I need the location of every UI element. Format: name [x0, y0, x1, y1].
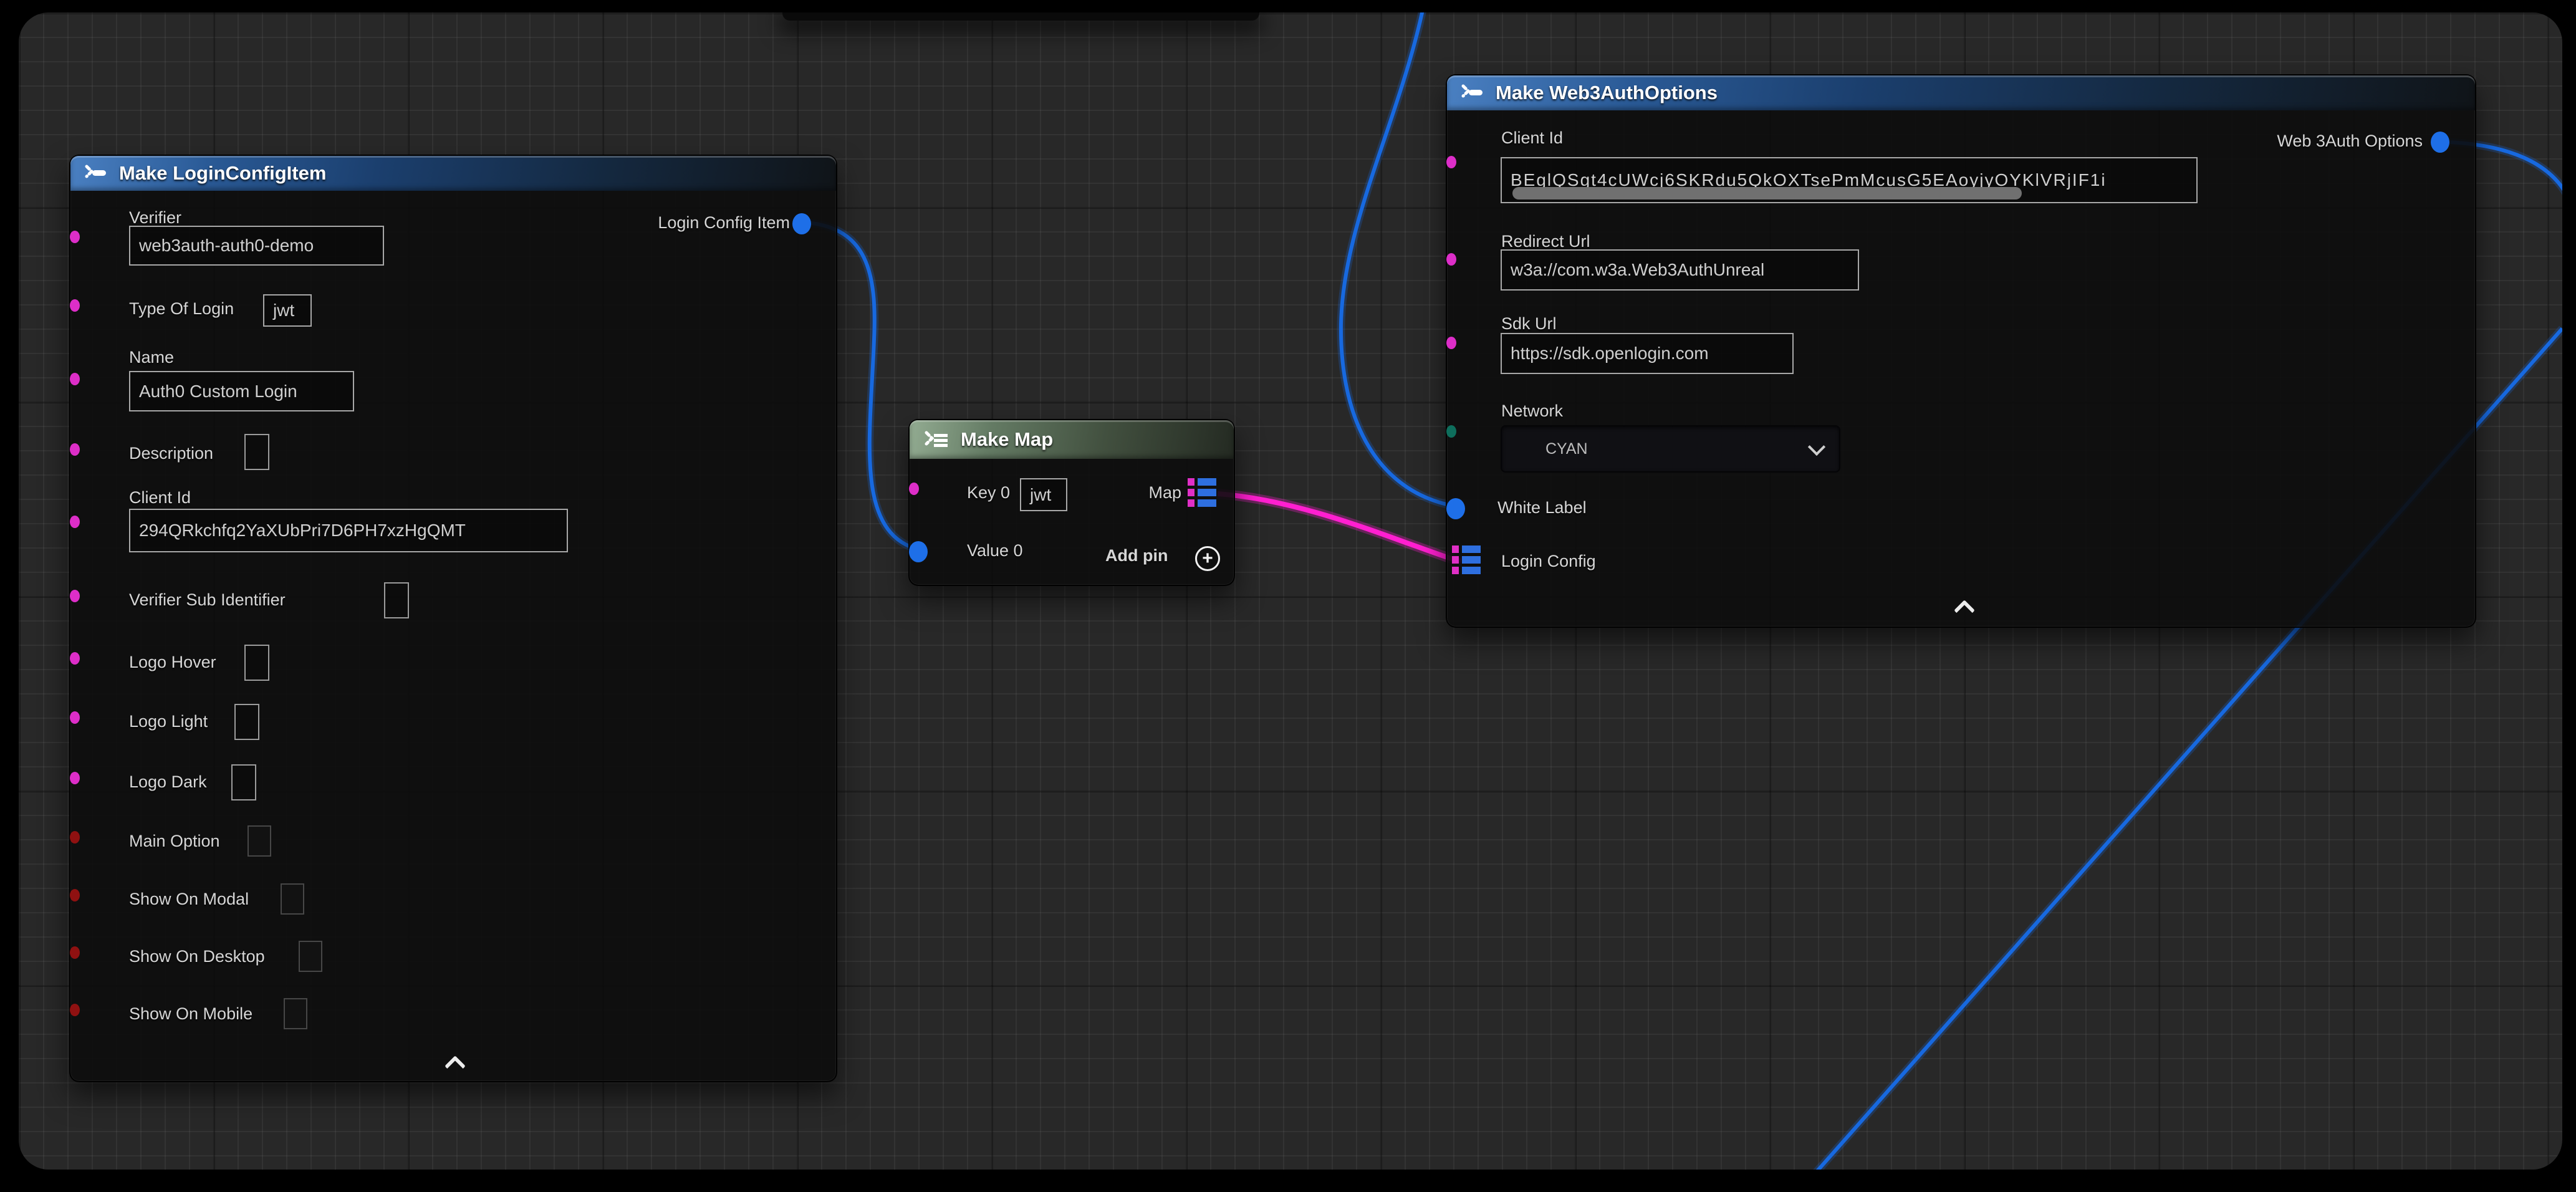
description-input[interactable] — [244, 434, 269, 470]
sdk-url-input[interactable]: https://sdk.openlogin.com — [1501, 333, 1794, 374]
network-selected-value: CYAN — [1502, 440, 1588, 458]
pin-login-config[interactable] — [1452, 546, 1481, 574]
pin-white-label[interactable] — [1446, 498, 1465, 519]
logo-light-input[interactable] — [234, 704, 259, 740]
blueprint-graph[interactable]: Make LoginConfigItem Verifier web3auth-a… — [19, 12, 2562, 1170]
type-of-login-input[interactable]: jwt — [263, 294, 312, 327]
pin-show-on-mobile[interactable] — [70, 1004, 80, 1016]
pin-label-logo-hover: Logo Hover — [129, 653, 216, 672]
pin-verifier[interactable] — [70, 231, 80, 243]
verifier-input[interactable]: web3auth-auth0-demo — [129, 226, 384, 266]
node-make-map[interactable]: Make Map Key 0 jwt Map Value 0 Add pin + — [908, 419, 1235, 586]
show-on-mobile-checkbox[interactable] — [284, 998, 307, 1029]
pin-client-id[interactable] — [1446, 156, 1456, 168]
collapse-chevron-icon[interactable] — [445, 1055, 466, 1077]
pin-label-redirect-url: Redirect Url — [1501, 232, 1590, 251]
node-titlebar-make-web3authoptions[interactable]: Make Web3AuthOptions — [1447, 75, 2475, 110]
name-value: Auth0 Custom Login — [139, 382, 297, 401]
client-id-value: 294QRkchfq2YaXUbPri7D6PH7xzHgQMT — [139, 521, 466, 541]
pin-main-option[interactable] — [70, 831, 80, 844]
show-on-desktop-checkbox[interactable] — [299, 941, 322, 972]
key-0-input[interactable]: jwt — [1020, 478, 1067, 511]
pin-name[interactable] — [70, 373, 80, 385]
pin-label-key-0: Key 0 — [967, 483, 1010, 502]
pin-login-config-item-output[interactable] — [792, 213, 811, 234]
pin-client-id[interactable] — [70, 516, 80, 528]
pin-label-show-on-desktop: Show On Desktop — [129, 947, 265, 966]
output-label-map: Map — [1148, 483, 1181, 502]
client-id-input[interactable]: 294QRkchfq2YaXUbPri7D6PH7xzHgQMT — [129, 509, 568, 552]
verifier-value: web3auth-auth0-demo — [139, 236, 314, 256]
pin-label-logo-light: Logo Light — [129, 712, 208, 731]
node-title: Make Web3AuthOptions — [1496, 82, 1718, 104]
verifier-sub-identifier-input[interactable] — [384, 582, 409, 618]
redirect-url-value: w3a://com.w3a.Web3AuthUnreal — [1511, 260, 1764, 280]
pin-label-verifier: Verifier — [129, 208, 181, 228]
network-dropdown[interactable]: CYAN — [1501, 425, 1840, 473]
add-pin-icon[interactable]: + — [1195, 546, 1220, 571]
logo-hover-input[interactable] — [244, 645, 269, 681]
node-make-loginconfigitem[interactable]: Make LoginConfigItem Verifier web3auth-a… — [69, 155, 837, 1082]
pin-label-client-id: Client Id — [1501, 128, 1563, 148]
pin-label-description: Description — [129, 444, 213, 463]
pin-label-network: Network — [1501, 401, 1563, 421]
node-titlebar-make-map[interactable]: Make Map — [910, 420, 1234, 459]
pin-label-show-on-mobile: Show On Mobile — [129, 1004, 252, 1024]
output-label-web3auth-options: Web 3Auth Options — [2277, 132, 2423, 151]
pin-label-sdk-url: Sdk Url — [1501, 314, 1557, 334]
key-0-value: jwt — [1030, 485, 1051, 505]
node-titlebar-make-loginconfigitem[interactable]: Make LoginConfigItem — [70, 156, 836, 191]
node-make-web3authoptions[interactable]: Make Web3AuthOptions Client Id BEglQSgt4… — [1446, 74, 2476, 628]
chevron-down-icon — [1808, 438, 1825, 456]
pin-label-show-on-modal: Show On Modal — [129, 890, 249, 909]
show-on-modal-checkbox[interactable] — [281, 883, 304, 915]
pin-label-login-config: Login Config — [1501, 552, 1596, 571]
make-struct-icon — [84, 164, 109, 183]
pin-key-0[interactable] — [909, 483, 919, 495]
main-option-checkbox[interactable] — [248, 825, 271, 857]
pin-label-value-0: Value 0 — [967, 541, 1023, 560]
pin-logo-dark[interactable] — [70, 772, 80, 784]
pin-web3auth-options-output[interactable] — [2431, 132, 2449, 153]
pin-label-main-option: Main Option — [129, 832, 220, 851]
pin-network[interactable] — [1446, 425, 1456, 438]
pin-label-logo-dark: Logo Dark — [129, 772, 207, 792]
name-input[interactable]: Auth0 Custom Login — [129, 371, 354, 411]
pin-logo-light[interactable] — [70, 711, 80, 724]
sdk-url-value: https://sdk.openlogin.com — [1511, 344, 1709, 363]
node-title: Make LoginConfigItem — [119, 162, 326, 185]
pin-show-on-modal[interactable] — [70, 889, 80, 901]
pin-label-name: Name — [129, 348, 174, 367]
wire-map-to-loginconfig[interactable] — [1218, 494, 1461, 561]
logo-dark-input[interactable] — [231, 764, 256, 800]
collapse-chevron-icon[interactable] — [1954, 600, 1975, 621]
pin-description[interactable] — [70, 443, 80, 456]
output-label-login-config-item: Login Config Item — [658, 213, 790, 233]
pin-map-output[interactable] — [1188, 478, 1216, 507]
type-of-login-value: jwt — [273, 300, 294, 320]
pin-sdk-url[interactable] — [1446, 337, 1456, 349]
pin-value-0[interactable] — [909, 541, 928, 562]
add-pin-label[interactable]: Add pin — [1105, 546, 1168, 565]
redirect-url-input[interactable]: w3a://com.w3a.Web3AuthUnreal — [1501, 249, 1859, 291]
offscreen-node-top[interactable] — [782, 12, 1259, 21]
window-frame: Make LoginConfigItem Verifier web3auth-a… — [0, 0, 2576, 1192]
make-struct-icon — [1461, 84, 1486, 102]
pin-label-type-of-login: Type Of Login — [129, 299, 234, 319]
client-id-scrollbar[interactable] — [1512, 187, 2022, 199]
pin-label-client-id: Client Id — [129, 488, 191, 507]
pin-redirect-url[interactable] — [1446, 253, 1456, 266]
pin-label-verifier-sub-identifier: Verifier Sub Identifier — [129, 590, 286, 610]
pin-show-on-desktop[interactable] — [70, 946, 80, 959]
pin-verifier-sub-identifier[interactable] — [70, 590, 80, 602]
pin-logo-hover[interactable] — [70, 652, 80, 665]
node-title: Make Map — [961, 428, 1053, 451]
make-map-icon — [923, 429, 951, 450]
pin-type-of-login[interactable] — [70, 299, 80, 312]
pin-label-white-label: White Label — [1497, 498, 1587, 517]
